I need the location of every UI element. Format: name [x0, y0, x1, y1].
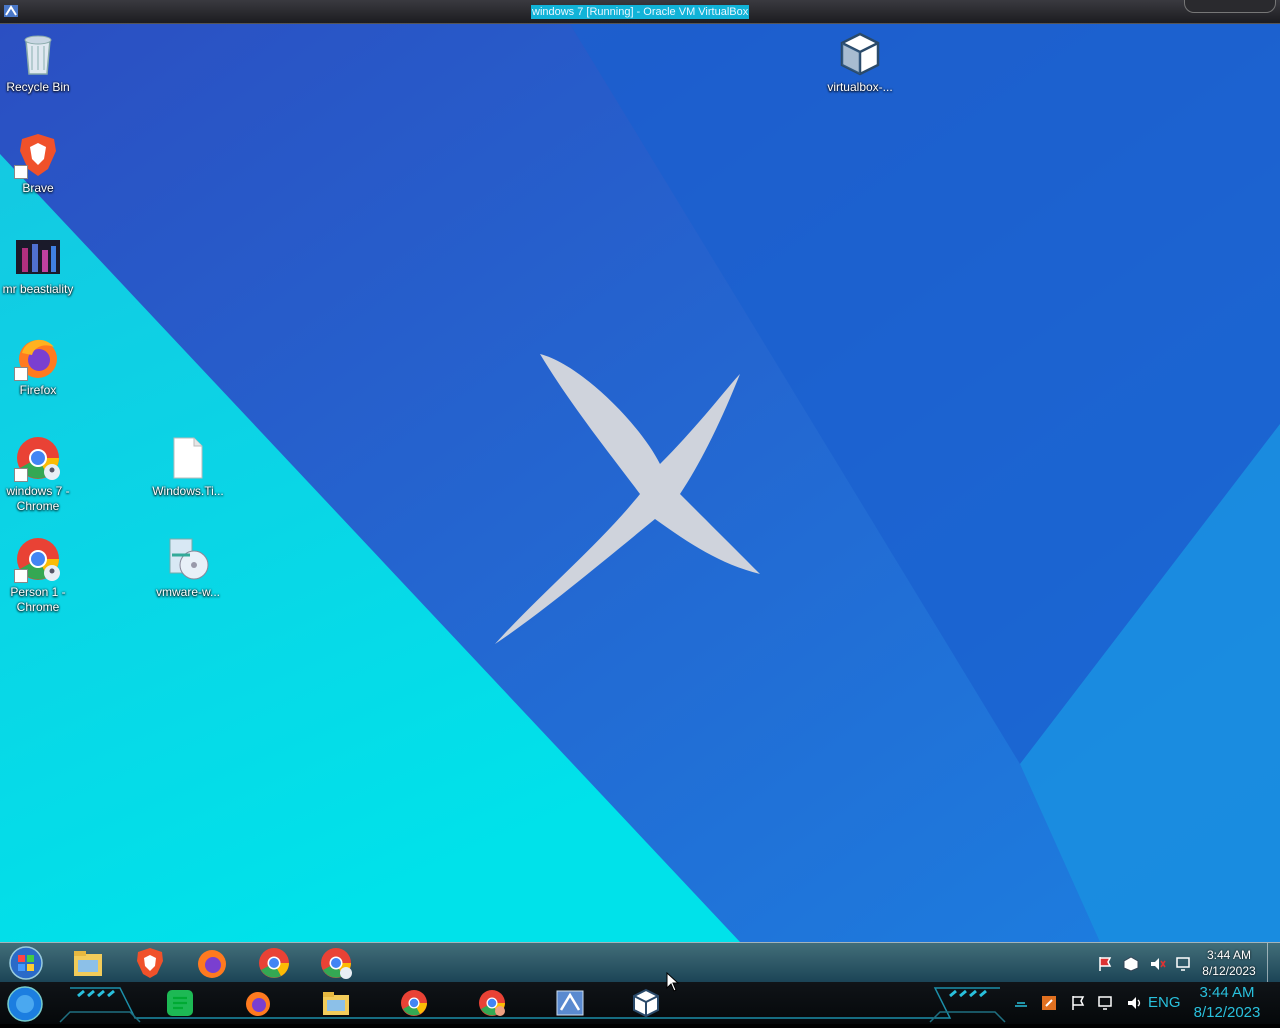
desktop-icon-windows7-chrome[interactable]: windows 7 - Chrome	[0, 434, 76, 514]
host-taskbar: ENG 3:44 AM 8/12/2023	[0, 982, 1280, 1024]
guest-system-tray	[1096, 955, 1197, 973]
host-taskbar-virtualbox[interactable]	[624, 986, 668, 1020]
shortcut-arrow-icon	[14, 468, 28, 482]
desktop-icon-label: Windows.Ti...	[152, 484, 224, 498]
host-taskbar-virtualbox-vm[interactable]	[548, 986, 592, 1020]
desktop-icon-brave[interactable]: Brave	[0, 131, 76, 196]
guest-clock-date: 8/12/2023	[1202, 964, 1256, 978]
blank-file-icon	[164, 434, 212, 482]
desktop-icon-firefox[interactable]: Firefox	[0, 333, 76, 398]
chrome-icon	[259, 948, 289, 978]
network-icon[interactable]	[1175, 955, 1193, 973]
guest-taskbar-chrome[interactable]	[256, 946, 292, 980]
host-taskbar-firefox[interactable]	[236, 986, 280, 1020]
installer-disc-icon	[164, 535, 212, 583]
guest-taskbar-brave[interactable]	[132, 946, 168, 980]
guest-start-button[interactable]	[6, 945, 46, 981]
guest-clock-time: 3:44 AM	[1206, 948, 1252, 962]
chevron-up-icon[interactable]	[1012, 994, 1030, 1012]
brave-icon	[137, 948, 163, 978]
desktop-icon-recycle-bin[interactable]: Recycle Bin	[0, 30, 76, 95]
action-center-flag-icon[interactable]	[1096, 955, 1114, 973]
desktop-icon-label: Person 1 - Chrome	[10, 585, 66, 614]
virtualbox-icon	[633, 988, 659, 1018]
host-window-titlebar[interactable]: windows 7 [Running] - Oracle VM VirtualB…	[0, 0, 1280, 24]
host-start-button[interactable]	[6, 985, 44, 1023]
shortcut-arrow-icon	[14, 165, 28, 179]
host-taskbar-file-explorer[interactable]	[314, 986, 358, 1020]
action-center-flag-icon[interactable]	[1069, 994, 1087, 1012]
host-clock-date: 8/12/2023	[1193, 1004, 1261, 1021]
desktop-icon-virtualbox[interactable]: virtualbox-...	[822, 30, 898, 95]
desktop-icon-vmware[interactable]: vmware-w...	[150, 535, 226, 600]
virtualbox-tray-icon[interactable]	[1122, 955, 1140, 973]
shortcut-arrow-icon	[14, 367, 28, 381]
host-taskbar-notes[interactable]	[158, 986, 202, 1020]
network-icon[interactable]	[1097, 994, 1115, 1012]
chrome-profile-icon	[14, 535, 62, 583]
desktop-icon-label: mr beastiality	[2, 282, 74, 296]
chrome-profile-icon	[321, 948, 352, 979]
desktop-icon-label: Firefox	[19, 383, 57, 397]
firefox-icon	[246, 992, 270, 1016]
chrome-profile-icon	[479, 990, 505, 1016]
chrome-icon	[401, 990, 427, 1016]
guest-taskbar-file-explorer[interactable]	[70, 946, 106, 980]
app-tray-icon[interactable]	[1040, 994, 1058, 1012]
desktop-icon-label: virtualbox-...	[827, 80, 893, 94]
image-thumbnail-icon	[14, 232, 62, 280]
mouse-cursor-icon	[666, 971, 680, 992]
host-clock[interactable]: 3:44 AM 8/12/2023	[1188, 983, 1266, 1023]
guest-desktop[interactable]: Recycle Bin Brave mr beastiality Firefox…	[0, 24, 1280, 942]
firefox-icon	[198, 950, 226, 978]
window-controls[interactable]	[1184, 0, 1276, 13]
desktop-icon-mr-beastiality[interactable]: mr beastiality	[0, 232, 76, 297]
folder-icon	[74, 951, 102, 976]
guest-taskbar-chrome-profile[interactable]	[318, 946, 354, 980]
host-taskbar-chrome-profile[interactable]	[470, 986, 514, 1020]
show-desktop-button[interactable]	[1267, 943, 1280, 983]
volume-icon[interactable]	[1126, 994, 1144, 1012]
host-clock-time: 3:44 AM	[1199, 984, 1255, 1001]
host-system-tray	[1012, 994, 1150, 1014]
shortcut-arrow-icon	[14, 569, 28, 583]
desktop-icon-label: Brave	[22, 181, 54, 195]
volume-muted-icon[interactable]	[1149, 955, 1167, 973]
host-window-title: windows 7 [Running] - Oracle VM VirtualB…	[531, 5, 750, 19]
desktop-icon-person1-chrome[interactable]: Person 1 - Chrome	[0, 535, 76, 615]
host-language-indicator[interactable]: ENG	[1148, 994, 1181, 1011]
guest-clock[interactable]: 3:44 AM 8/12/2023	[1196, 947, 1262, 979]
virtualbox-icon	[836, 30, 884, 78]
guest-taskbar: 3:44 AM 8/12/2023	[0, 942, 1280, 983]
desktop-icon-label: Recycle Bin	[6, 80, 70, 94]
windows7-vm-icon	[556, 990, 584, 1016]
desktop-icon-label: windows 7 - Chrome	[6, 484, 70, 513]
desktop-icon-windows-ti[interactable]: Windows.Ti...	[150, 434, 226, 499]
green-notes-icon	[167, 990, 193, 1016]
guest-taskbar-firefox[interactable]	[194, 946, 230, 980]
folder-icon	[323, 992, 349, 1015]
virtualbox-app-icon	[3, 3, 19, 19]
chrome-profile-icon	[14, 434, 62, 482]
desktop-icon-label: vmware-w...	[155, 585, 220, 599]
recycle-bin-icon	[14, 30, 62, 78]
brave-icon	[14, 131, 62, 179]
firefox-icon	[14, 333, 62, 381]
host-taskbar-chrome[interactable]	[392, 986, 436, 1020]
